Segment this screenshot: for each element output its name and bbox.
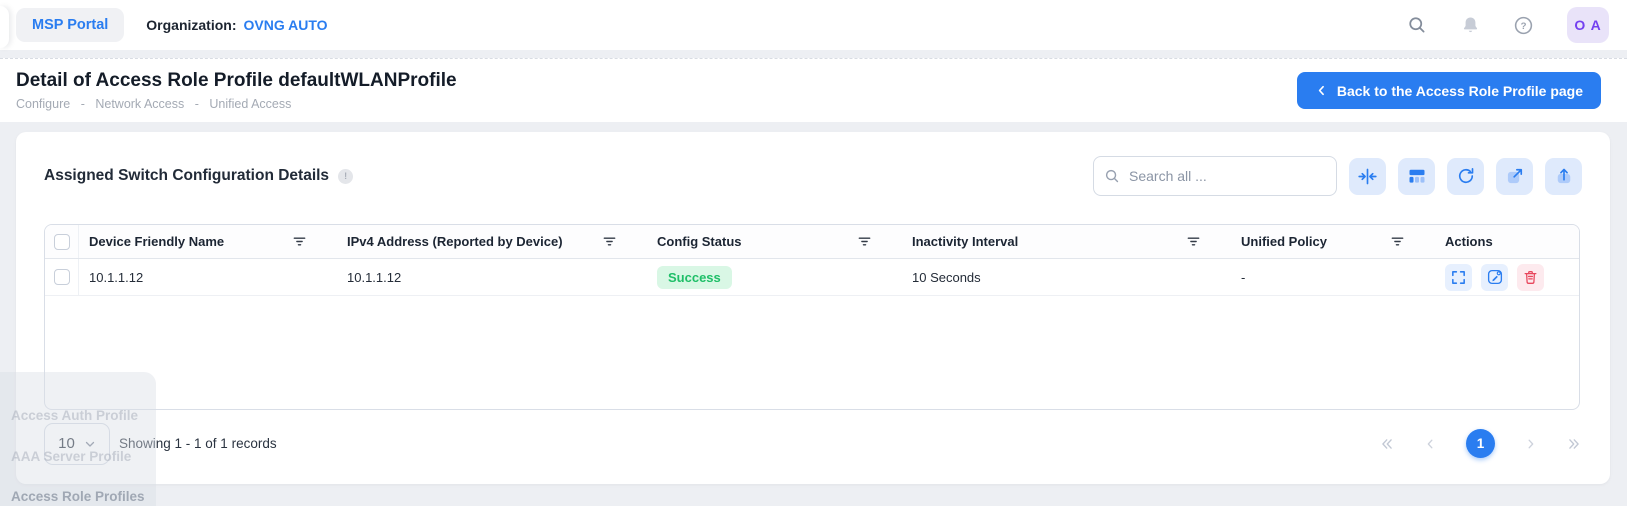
column-label: Unified Policy bbox=[1241, 234, 1327, 249]
filter-icon[interactable] bbox=[1390, 234, 1405, 249]
back-button-label: Back to the Access Role Profile page bbox=[1336, 82, 1583, 99]
column-header-actions: Actions bbox=[1435, 234, 1579, 249]
breadcrumb-separator: - bbox=[194, 97, 199, 111]
organization-name-link[interactable]: OVNG AUTO bbox=[244, 17, 328, 33]
cell-actions bbox=[1435, 263, 1579, 291]
sidebar-edge bbox=[0, 6, 9, 48]
user-avatar[interactable]: O A bbox=[1567, 7, 1609, 43]
svg-text:?: ? bbox=[1521, 21, 1527, 32]
row-checkbox[interactable] bbox=[53, 269, 70, 285]
organization: Organization: OVNG AUTO bbox=[146, 17, 327, 33]
top-bar: MSP Portal Organization: OVNG AUTO ? O A bbox=[0, 0, 1627, 50]
data-table: Device Friendly Name IPv4 Address (Repor… bbox=[44, 224, 1580, 410]
table-header-row: Device Friendly Name IPv4 Address (Repor… bbox=[45, 225, 1579, 259]
breadcrumb-item-unified-access[interactable]: Unified Access bbox=[209, 97, 291, 111]
column-label: Inactivity Interval bbox=[912, 234, 1019, 249]
cell-unified-policy: - bbox=[1241, 269, 1246, 285]
organization-label: Organization: bbox=[146, 17, 237, 33]
breadcrumb-item-configure[interactable]: Configure bbox=[16, 97, 70, 111]
column-header-unified-policy: Unified Policy bbox=[1231, 234, 1435, 249]
msp-portal-button[interactable]: MSP Portal bbox=[16, 8, 125, 42]
help-icon[interactable]: ? bbox=[1513, 15, 1534, 36]
column-label: Device Friendly Name bbox=[89, 234, 225, 249]
content-card: Assigned Switch Configuration Details ! bbox=[16, 132, 1610, 484]
columns-settings-button[interactable] bbox=[1398, 157, 1435, 195]
export-button[interactable] bbox=[1545, 157, 1582, 195]
last-page-icon[interactable] bbox=[1566, 437, 1582, 451]
columns-icon bbox=[1407, 166, 1427, 186]
info-icon[interactable]: ! bbox=[338, 168, 354, 184]
ghost-menu-item-access-role-profiles: Access Role Profiles bbox=[11, 489, 145, 504]
column-label: Actions bbox=[1445, 234, 1493, 249]
cell-ipv4-address: 10.1.1.12 bbox=[347, 269, 402, 285]
table-footer: 10 Showing 1 - 1 of 1 records 1 bbox=[44, 422, 1582, 465]
filter-icon[interactable] bbox=[292, 234, 307, 249]
page-size-value: 10 bbox=[58, 435, 75, 452]
breadcrumb-item-network-access[interactable]: Network Access bbox=[95, 97, 184, 111]
edit-icon bbox=[1486, 268, 1504, 286]
row-actions bbox=[1445, 263, 1544, 291]
upload-icon bbox=[1554, 166, 1574, 186]
chevron-left-icon bbox=[1315, 84, 1328, 97]
first-page-icon[interactable] bbox=[1379, 437, 1395, 451]
search-input[interactable] bbox=[1129, 168, 1326, 184]
column-header-inactivity-interval: Inactivity Interval bbox=[902, 234, 1231, 249]
status-badge: Success bbox=[657, 265, 732, 289]
edit-row-button[interactable] bbox=[1481, 263, 1508, 291]
column-label: Config Status bbox=[657, 234, 742, 249]
open-external-icon bbox=[1505, 166, 1525, 186]
page-header: Detail of Access Role Profile defaultWLA… bbox=[0, 58, 1627, 122]
table-row: 10.1.1.12 10.1.1.12 Success 10 Seconds - bbox=[45, 259, 1579, 296]
page-size-select[interactable]: 10 bbox=[44, 422, 110, 465]
refresh-icon bbox=[1456, 166, 1476, 186]
pagination: 1 bbox=[1379, 429, 1582, 458]
prev-page-icon[interactable] bbox=[1424, 437, 1437, 451]
topbar-actions: ? O A bbox=[1407, 7, 1609, 43]
collapse-icon bbox=[1357, 166, 1378, 187]
current-page-button[interactable]: 1 bbox=[1466, 429, 1495, 458]
table-toolbar bbox=[1093, 156, 1582, 196]
page-header-left: Detail of Access Role Profile defaultWLA… bbox=[16, 70, 457, 111]
open-external-button[interactable] bbox=[1496, 157, 1533, 195]
table-search-box bbox=[1093, 156, 1337, 196]
card-header: Assigned Switch Configuration Details ! bbox=[44, 154, 1582, 198]
panel-title: Assigned Switch Configuration Details bbox=[44, 167, 330, 184]
filter-icon[interactable] bbox=[857, 234, 872, 249]
showing-records-text: Showing 1 - 1 of 1 records bbox=[119, 436, 277, 451]
row-select-cell bbox=[45, 259, 79, 295]
search-icon bbox=[1104, 168, 1121, 185]
filter-icon[interactable] bbox=[1186, 234, 1201, 249]
column-header-device-friendly-name: Device Friendly Name bbox=[79, 234, 337, 249]
delete-row-button[interactable] bbox=[1517, 263, 1544, 291]
cell-config-status: Success bbox=[647, 265, 902, 289]
select-all-cell bbox=[45, 225, 79, 258]
collapse-columns-button[interactable] bbox=[1349, 157, 1386, 195]
select-all-checkbox[interactable] bbox=[53, 233, 70, 250]
refresh-button[interactable] bbox=[1447, 157, 1484, 195]
expand-icon bbox=[1450, 269, 1467, 286]
cell-inactivity-interval: 10 Seconds bbox=[912, 269, 981, 285]
chevron-down-icon bbox=[84, 438, 96, 450]
column-header-ipv4-address: IPv4 Address (Reported by Device) bbox=[337, 234, 647, 249]
bell-icon[interactable] bbox=[1461, 14, 1480, 36]
breadcrumb-separator: - bbox=[80, 97, 85, 111]
column-label: IPv4 Address (Reported by Device) bbox=[347, 234, 563, 249]
back-button[interactable]: Back to the Access Role Profile page bbox=[1296, 72, 1601, 109]
search-icon[interactable] bbox=[1407, 15, 1428, 36]
breadcrumb: Configure - Network Access - Unified Acc… bbox=[16, 97, 457, 111]
trash-icon bbox=[1522, 269, 1539, 286]
column-header-config-status: Config Status bbox=[647, 234, 902, 249]
cell-device-friendly-name: 10.1.1.12 bbox=[89, 269, 144, 285]
page-title: Detail of Access Role Profile defaultWLA… bbox=[16, 70, 457, 91]
next-page-icon[interactable] bbox=[1524, 437, 1537, 451]
filter-icon[interactable] bbox=[602, 234, 617, 249]
expand-row-button[interactable] bbox=[1445, 263, 1472, 291]
